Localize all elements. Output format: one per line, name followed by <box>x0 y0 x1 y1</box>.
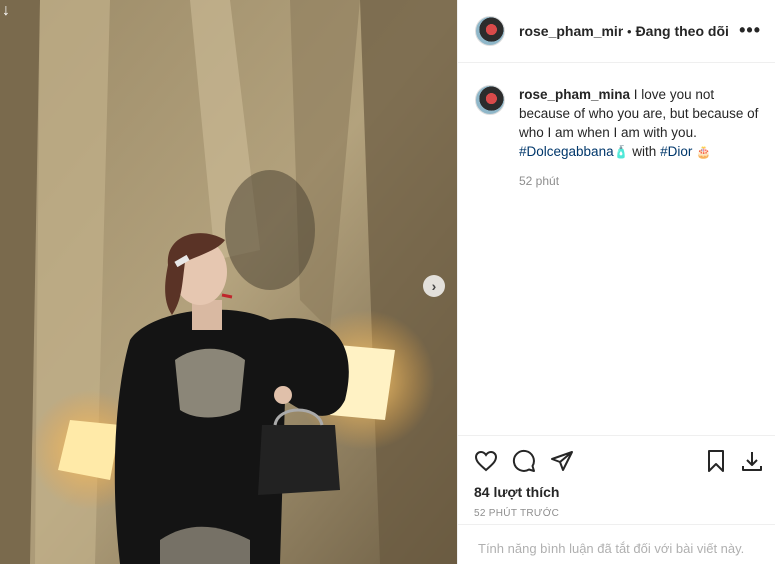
hashtag-dior[interactable]: #Dior <box>660 144 692 159</box>
comments-disabled-notice: Tính năng bình luận đã tắt đối với bài v… <box>458 524 775 564</box>
hashtag-dolcegabbana[interactable]: #Dolcegabbana <box>519 144 614 159</box>
action-bar <box>458 436 775 486</box>
caption-username[interactable]: rose_pham_mina <box>519 87 630 102</box>
more-options-icon[interactable]: ••• <box>739 20 761 41</box>
bookmark-icon[interactable] <box>704 449 728 473</box>
caption: rose_pham_mina I love you not because of… <box>458 63 775 162</box>
download-icon[interactable] <box>740 449 764 473</box>
likes-count[interactable]: 84 lượt thích <box>458 484 775 500</box>
caption-avatar[interactable] <box>475 85 505 115</box>
post-sidebar: rose_pham_mina • Đang theo dõi ••• rose_… <box>457 0 775 564</box>
avatar[interactable] <box>475 16 505 46</box>
photo-download-icon[interactable]: ↓ <box>2 2 10 20</box>
post-actions-section: 84 lượt thích 52 PHÚT TRƯỚC <box>458 435 775 519</box>
caption-with: with <box>628 144 661 159</box>
following-button[interactable]: Đang theo dõi <box>636 23 729 39</box>
post-header: rose_pham_mina • Đang theo dõi ••• <box>458 0 775 63</box>
separator-dot: • <box>627 23 632 39</box>
post-timestamp: 52 PHÚT TRƯỚC <box>474 508 560 519</box>
heart-icon[interactable] <box>474 449 498 473</box>
post-photo[interactable]: ↓ › <box>0 0 457 564</box>
share-icon[interactable] <box>550 449 574 473</box>
caption-time[interactable]: 52 phút <box>519 174 775 188</box>
photo-illustration <box>0 0 457 564</box>
comment-icon[interactable] <box>512 449 536 473</box>
bottle-emoji: 🧴 <box>613 145 629 159</box>
instagram-post: ↓ › rose_pham_mina • Đang theo dõi ••• r… <box>0 0 775 564</box>
header-username[interactable]: rose_pham_mina <box>519 23 623 39</box>
caption-text: rose_pham_mina I love you not because of… <box>519 85 759 162</box>
cake-emoji: 🎂 <box>696 145 712 159</box>
next-photo-button[interactable]: › <box>423 275 445 297</box>
